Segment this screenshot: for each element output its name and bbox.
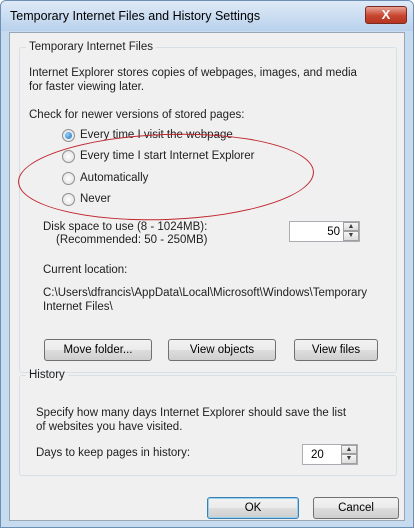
radio-never-label[interactable]: Never [80, 193, 111, 205]
history-days-input[interactable] [311, 446, 344, 463]
temporary-files-group-label: Temporary Internet Files [29, 41, 153, 53]
temp-files-description-line2: for faster viewing later. [29, 81, 145, 93]
radio-every-start-label[interactable]: Every time I start Internet Explorer [80, 150, 254, 162]
history-days-spinner[interactable]: ▲ ▼ [302, 444, 358, 465]
radio-every-visit[interactable] [62, 129, 75, 142]
spin-up-icon[interactable]: ▲ [343, 222, 359, 231]
disk-space-recommended-label: (Recommended: 50 - 250MB) [56, 234, 208, 246]
history-description-line2: of websites you have visited. [36, 421, 183, 433]
current-location-path-line2: Internet Files\ [43, 301, 113, 313]
close-button[interactable]: X [365, 6, 407, 24]
radio-automatically[interactable] [62, 172, 75, 185]
view-files-button[interactable]: View files [294, 339, 378, 361]
dialog-body: Temporary Internet Files Internet Explor… [9, 32, 405, 521]
radio-never[interactable] [62, 193, 75, 206]
days-to-keep-label: Days to keep pages in history: [36, 447, 191, 459]
temp-files-description-line1: Internet Explorer stores copies of webpa… [29, 67, 357, 79]
cancel-button[interactable]: Cancel [313, 497, 399, 519]
dialog-title: Temporary Internet Files and History Set… [10, 9, 261, 23]
current-location-label: Current location: [43, 264, 128, 276]
current-location-path-line1: C:\Users\dfrancis\AppData\Local\Microsof… [43, 287, 368, 299]
disk-space-spinner[interactable]: ▲ ▼ [289, 221, 360, 242]
settings-dialog: Temporary Internet Files and History Set… [0, 0, 414, 528]
spin-down-icon[interactable]: ▼ [343, 231, 359, 241]
history-group-label: History [29, 369, 65, 381]
view-objects-button[interactable]: View objects [168, 339, 276, 361]
radio-every-start[interactable] [62, 150, 75, 163]
move-folder-button[interactable]: Move folder... [44, 339, 152, 361]
disk-space-label: Disk space to use (8 - 1024MB): [43, 221, 208, 233]
close-icon: X [381, 7, 391, 22]
ok-button[interactable]: OK [207, 497, 299, 519]
radio-every-visit-label[interactable]: Every time I visit the webpage [80, 129, 233, 141]
spin-down-icon[interactable]: ▼ [341, 454, 357, 464]
check-newer-versions-label: Check for newer versions of stored pages… [29, 109, 245, 121]
disk-space-input[interactable] [292, 223, 340, 240]
history-description-line1: Specify how many days Internet Explorer … [36, 407, 347, 419]
spin-up-icon[interactable]: ▲ [341, 445, 357, 454]
title-bar[interactable]: Temporary Internet Files and History Set… [1, 1, 413, 31]
radio-automatically-label[interactable]: Automatically [80, 172, 148, 184]
